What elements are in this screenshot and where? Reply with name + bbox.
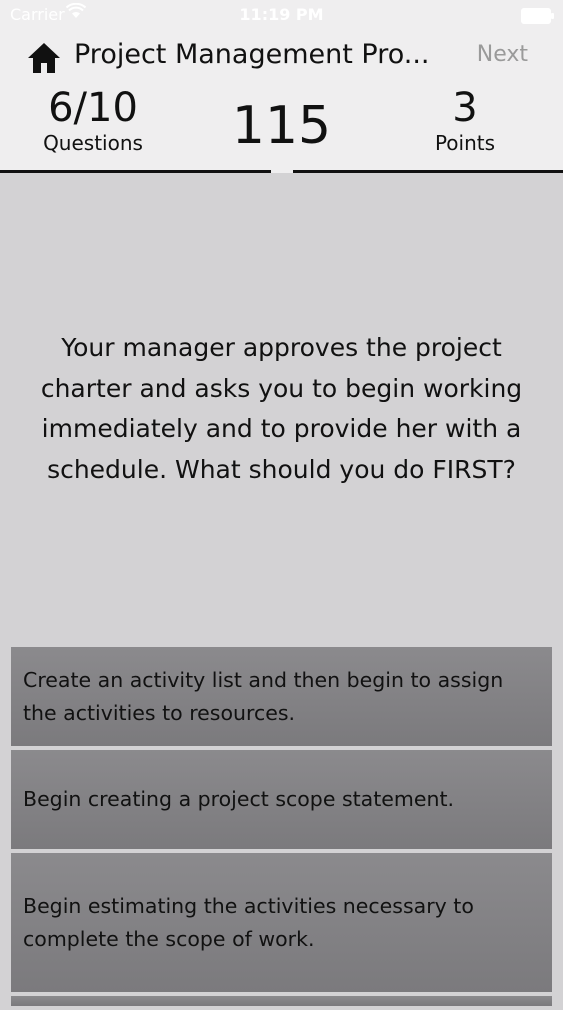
divider-indicator (271, 170, 293, 173)
answer-option-1[interactable]: Create an activity list and then begin t… (11, 647, 552, 746)
answer-option-3[interactable]: Begin estimating the activities necessar… (11, 853, 552, 992)
questions-stat: 6/10 Questions (38, 85, 148, 155)
score-value: 115 (231, 96, 332, 156)
answer-option-4[interactable] (11, 996, 552, 1006)
answer-option-label: Begin creating a project scope statement… (23, 787, 455, 811)
navigation-bar: Project Management Pro... Next (0, 30, 563, 85)
answer-option-2[interactable]: Begin creating a project scope statement… (11, 750, 552, 849)
questions-progress: 6/10 (48, 85, 138, 131)
clock: 11:19 PM (239, 5, 324, 24)
points-stat: 3 Points (425, 85, 505, 155)
status-bar: Carrier 11:19 PM (0, 0, 563, 30)
answer-option-label: Begin estimating the activities necessar… (23, 893, 474, 951)
question-text: Your manager approves the project charte… (40, 333, 523, 484)
home-icon[interactable] (26, 40, 62, 76)
answer-option-label: Create an activity list and then begin t… (23, 667, 504, 725)
next-button[interactable]: Next (477, 42, 528, 67)
answer-list: Create an activity list and then begin t… (11, 647, 552, 1010)
points-value: 3 (452, 85, 478, 131)
points-label: Points (434, 131, 496, 155)
stats-panel: 6/10 Questions 115 3 Points (0, 85, 563, 170)
page-title: Project Management Pro... (74, 39, 430, 70)
battery-icon (521, 8, 554, 24)
questions-label: Questions (43, 131, 143, 155)
